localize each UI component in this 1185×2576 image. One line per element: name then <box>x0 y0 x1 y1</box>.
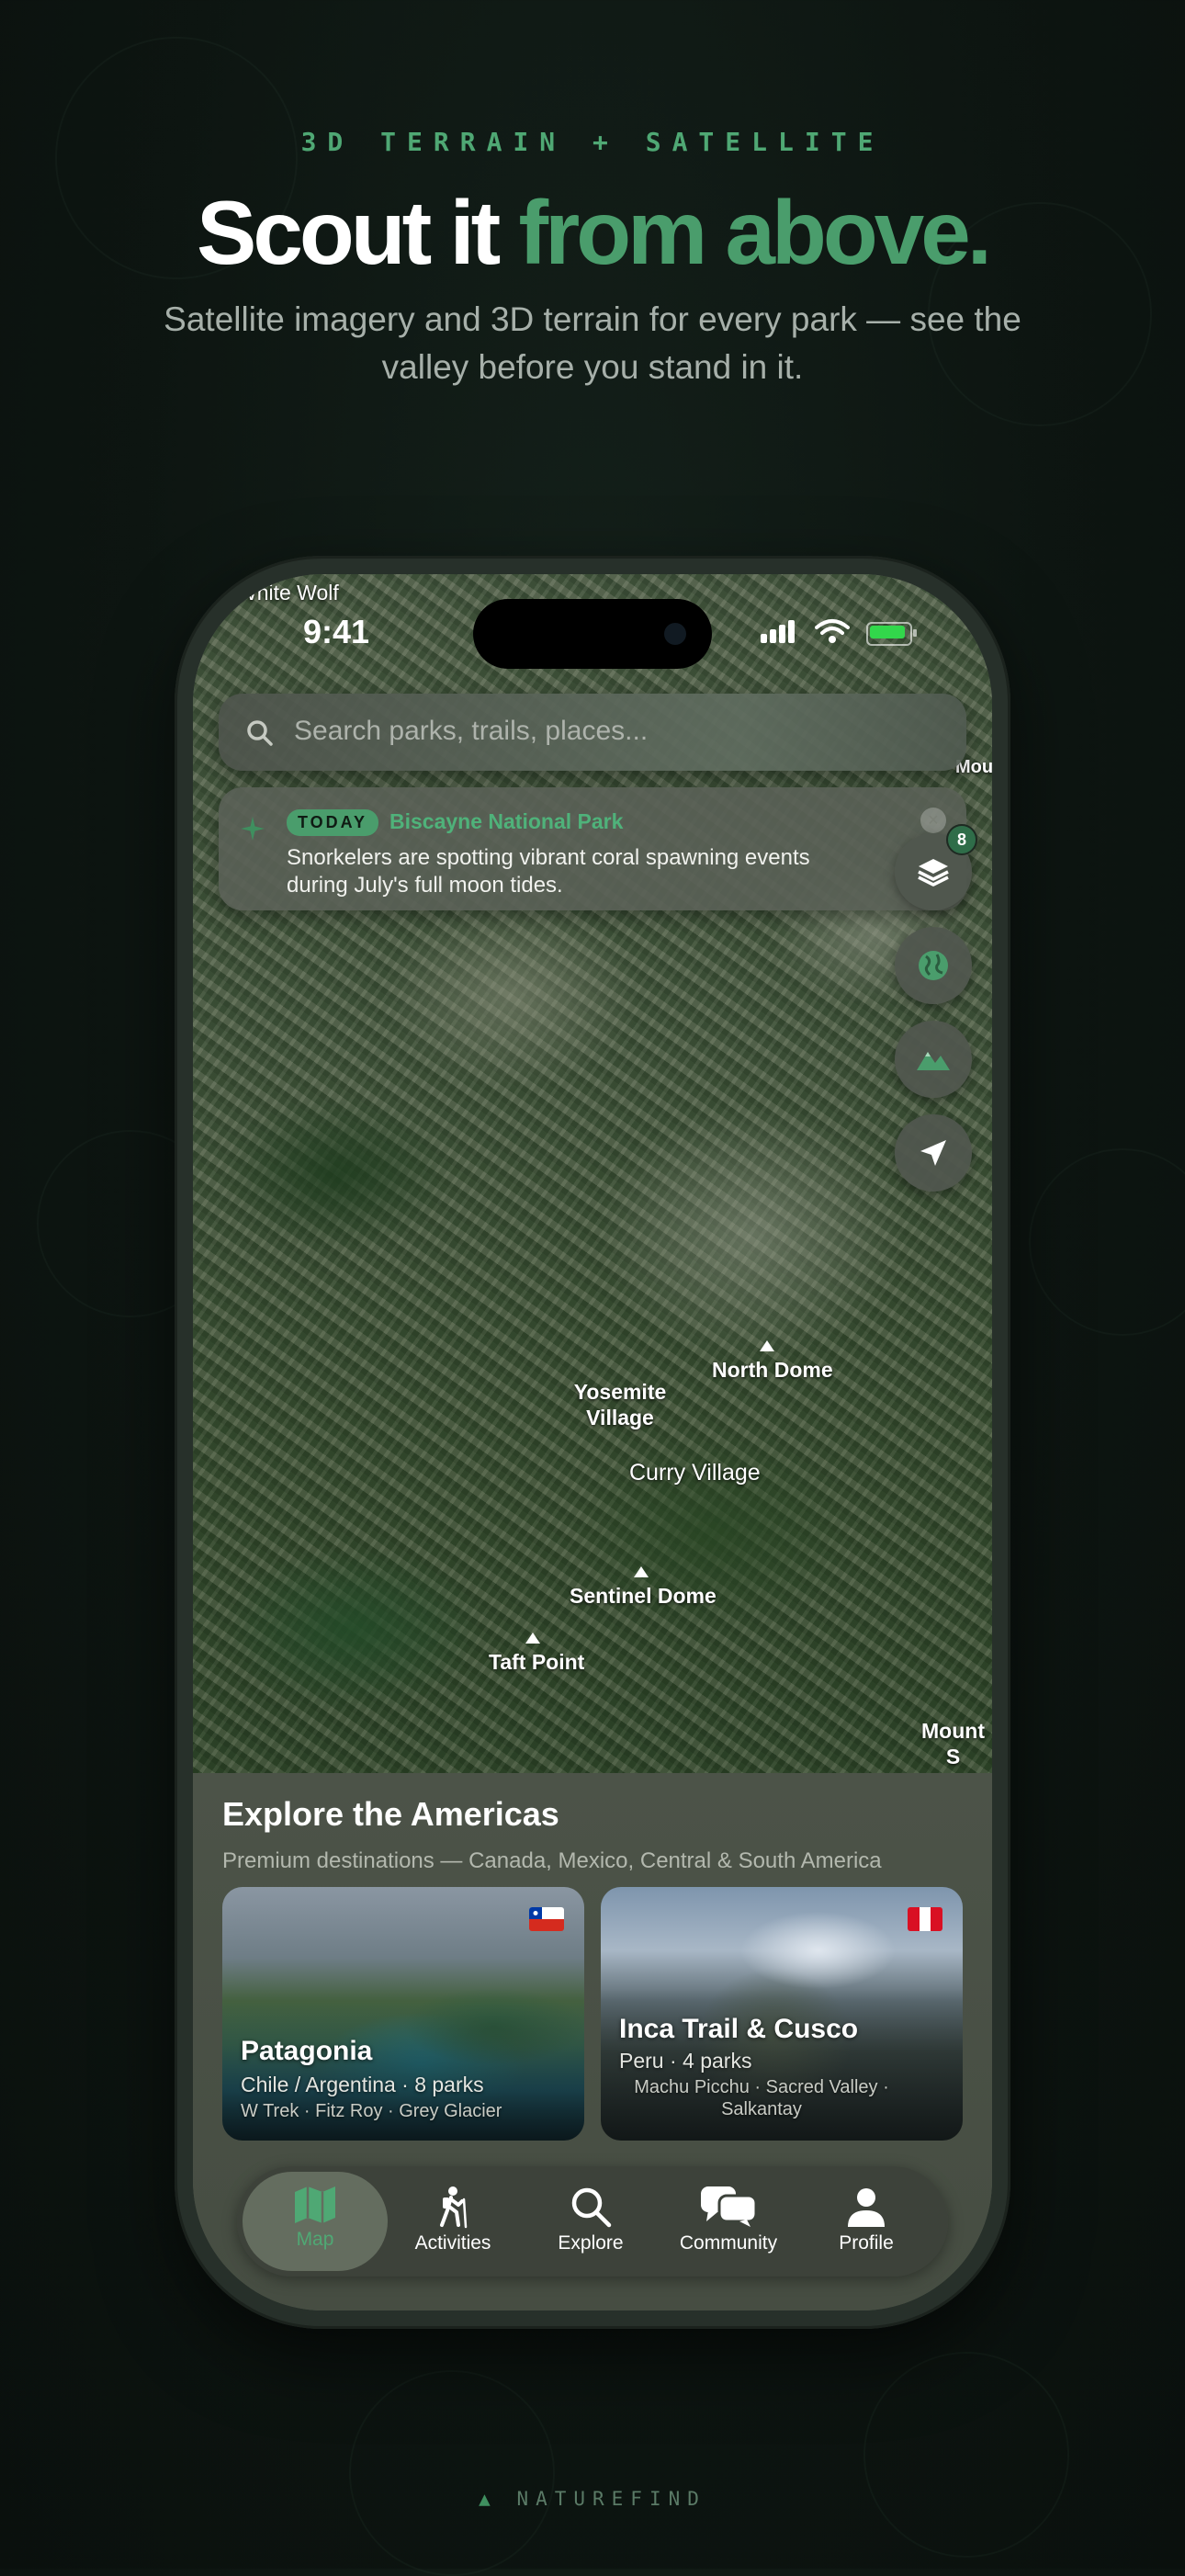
dynamic-island <box>473 599 712 669</box>
layers-icon <box>918 859 949 887</box>
globe-icon <box>919 951 948 980</box>
card-title: Inca Trail & Cusco <box>619 2014 859 2044</box>
status-bar: 9:41 <box>193 574 992 675</box>
headline: Scout it from above. <box>0 182 1185 283</box>
map-label-yosemite-village[interactable]: Yosemite Village <box>565 1379 675 1430</box>
person-icon <box>848 2188 885 2227</box>
footer-brand: ▲ NATUREFIND <box>0 2488 1185 2510</box>
today-message: Snorkelers are spotting vibrant coral sp… <box>287 845 810 898</box>
location-arrow-icon <box>920 1140 946 1166</box>
card-subtitle: Chile / Argentina · 8 parks <box>241 2073 484 2096</box>
tab-bar: Map Activities Explore Community Profile <box>237 2166 948 2277</box>
close-icon[interactable]: × <box>920 808 946 833</box>
today-park-name[interactable]: Biscayne National Park <box>389 809 623 834</box>
wifi-icon <box>815 619 850 643</box>
tab-label: Explore <box>558 2232 624 2254</box>
explore-title: Explore the Americas <box>222 1795 559 1833</box>
cellular-signal-icon <box>761 620 797 643</box>
today-badge: TODAY <box>287 809 379 836</box>
destination-card-patagonia[interactable]: Patagonia Chile / Argentina · 8 parks W … <box>222 1887 584 2141</box>
tab-label: Profile <box>839 2232 894 2254</box>
chile-flag-icon <box>529 1907 564 1931</box>
subheadline: Satellite imagery and 3D terrain for eve… <box>164 300 1021 386</box>
eyebrow-label: 3D TERRAIN + SATELLITE <box>300 127 885 157</box>
search-bar[interactable]: Search parks, trails, places... <box>219 694 966 771</box>
globe-button[interactable] <box>895 927 972 1004</box>
tab-map[interactable]: Map <box>243 2172 388 2271</box>
background-ring <box>349 2370 555 2576</box>
tab-label: Activities <box>414 2232 491 2254</box>
map-label-mount-edge[interactable]: Mount S <box>914 1718 992 1769</box>
headline-part-1: Scout it <box>196 182 519 283</box>
peak-marker-icon <box>634 1566 649 1577</box>
mountains-icon <box>917 1052 950 1070</box>
tab-explore[interactable]: Explore <box>518 2172 663 2271</box>
search-icon <box>571 2187 612 2228</box>
tab-activities[interactable]: Activities <box>380 2172 525 2271</box>
card-highlights: Machu Picchu · Sacred Valley · Salkantay <box>634 2077 889 2119</box>
map-label-curry-village[interactable]: Curry Village <box>629 1460 761 1486</box>
peru-flag-icon <box>908 1907 942 1931</box>
map-icon <box>295 2186 335 2223</box>
peak-marker-icon <box>525 1633 540 1644</box>
hiker-icon <box>440 2186 468 2229</box>
peak-marker-icon <box>760 1340 774 1351</box>
tab-community[interactable]: Community <box>656 2172 801 2271</box>
map-label-taft-point[interactable]: Taft Point <box>489 1649 584 1675</box>
battery-icon <box>866 622 917 646</box>
destination-card-inca-trail[interactable]: Inca Trail & Cusco Peru · 4 parks Machu … <box>601 1887 963 2141</box>
search-icon <box>247 720 273 746</box>
phone-screen: White Wolf Mou North Dome Yosemite Villa… <box>193 574 992 2310</box>
card-subtitle: Peru · 4 parks <box>619 2049 752 2073</box>
camera-icon <box>664 623 686 645</box>
layers-count-badge: 8 <box>946 824 977 855</box>
sparkle-icon <box>241 817 265 841</box>
card-title: Patagonia <box>241 2036 373 2066</box>
status-time: 9:41 <box>303 613 370 650</box>
terrain-button[interactable] <box>895 1021 972 1098</box>
explore-description: Premium destinations — Canada, Mexico, C… <box>222 1848 882 1873</box>
tab-label: Map <box>296 2229 334 2250</box>
chat-bubbles-icon <box>701 2186 758 2227</box>
headline-part-2: from above. <box>518 182 992 283</box>
map-label-sentinel-dome[interactable]: Sentinel Dome <box>570 1583 717 1609</box>
layers-button[interactable]: 8 <box>895 824 977 910</box>
background-ring <box>863 2352 1069 2558</box>
today-card[interactable]: TODAY Biscayne National Park Snorkelers … <box>219 787 966 910</box>
background-ring <box>1029 1148 1185 1336</box>
tree-icon: ▲ <box>479 2488 498 2510</box>
map-label-north-dome[interactable]: North Dome <box>712 1357 833 1383</box>
brand-name: NATUREFIND <box>516 2488 706 2510</box>
card-highlights: W Trek · Fitz Roy · Grey Glacier <box>241 2101 502 2121</box>
phone-frame: White Wolf Mou North Dome Yosemite Villa… <box>175 556 1010 2329</box>
tab-label: Community <box>679 2232 778 2254</box>
tab-profile[interactable]: Profile <box>794 2172 939 2271</box>
search-input[interactable]: Search parks, trails, places... <box>294 716 648 747</box>
locate-button[interactable] <box>895 1114 972 1192</box>
